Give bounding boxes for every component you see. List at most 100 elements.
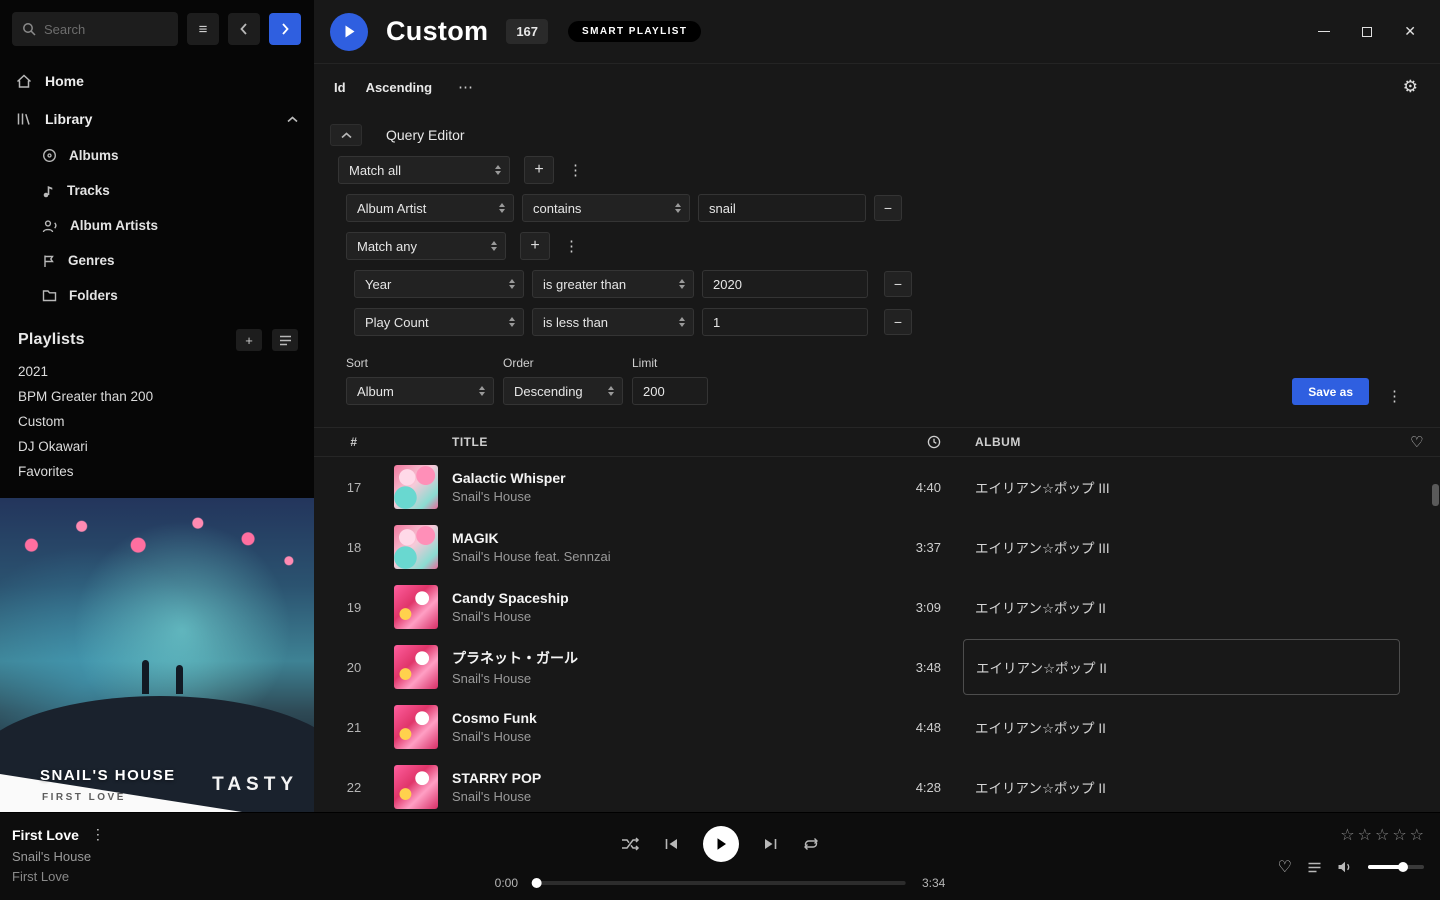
- remove-rule-button[interactable]: −: [874, 195, 902, 221]
- rule-operator-select[interactable]: is greater than: [532, 270, 694, 298]
- remove-rule-button[interactable]: −: [884, 309, 912, 335]
- track-duration: 4:28: [871, 780, 941, 795]
- page-title: Custom: [386, 16, 488, 47]
- star-icon[interactable]: ☆: [1410, 825, 1424, 845]
- queue-button[interactable]: [1307, 861, 1322, 874]
- track-number: 21: [330, 720, 378, 735]
- column-album[interactable]: ALBUM: [941, 435, 1410, 449]
- track-duration: 3:48: [871, 660, 941, 675]
- back-button[interactable]: [228, 13, 260, 45]
- cover-watermark-text: TASTY: [212, 774, 298, 796]
- sort-direction-label[interactable]: Ascending: [366, 80, 432, 95]
- track-artist: Snail's House: [452, 671, 871, 686]
- shuffle-button[interactable]: [620, 837, 640, 851]
- menu-button[interactable]: ≡: [187, 13, 219, 45]
- column-number[interactable]: #: [330, 435, 378, 449]
- save-as-button[interactable]: Save as: [1292, 378, 1369, 405]
- now-playing-options-button[interactable]: ⋮: [91, 826, 105, 843]
- match-mode-select[interactable]: Match any: [346, 232, 506, 260]
- query-options-button[interactable]: ⋮: [1381, 387, 1408, 405]
- limit-input[interactable]: [632, 377, 708, 405]
- maximize-button[interactable]: [1362, 27, 1372, 37]
- scrollbar-thumb[interactable]: [1432, 484, 1439, 506]
- add-rule-button[interactable]: +: [520, 232, 550, 260]
- sidebar-item-home[interactable]: Home: [0, 62, 314, 100]
- track-row[interactable]: 21 Cosmo Funk Snail's House 4:48 エイリアン☆ポ…: [314, 697, 1440, 757]
- track-row[interactable]: 22 STARRY POP Snail's House 4:28 エイリアン☆ポ…: [314, 757, 1440, 817]
- remove-rule-button[interactable]: −: [884, 271, 912, 297]
- play-pause-button[interactable]: [703, 826, 739, 862]
- sidebar-item-albums[interactable]: Albums: [0, 138, 314, 173]
- next-track-button[interactable]: [763, 837, 778, 851]
- minimize-button[interactable]: [1318, 31, 1330, 32]
- sidebar-item-folders[interactable]: Folders: [0, 278, 314, 313]
- favorite-button[interactable]: ♡: [1278, 857, 1292, 877]
- seek-handle[interactable]: [532, 878, 542, 888]
- match-mode-select[interactable]: Match all: [338, 156, 510, 184]
- sort-field-label[interactable]: Id: [334, 80, 346, 95]
- now-playing-cover-art[interactable]: SNAIL'S HOUSE FIRST LOVE TASTY: [0, 498, 314, 812]
- track-title: STARRY POP: [452, 770, 871, 786]
- forward-button[interactable]: [269, 13, 301, 45]
- playlist-item[interactable]: Custom: [0, 409, 314, 434]
- order-select[interactable]: Descending: [503, 377, 623, 405]
- add-playlist-button[interactable]: +: [236, 329, 262, 351]
- rule-field-select[interactable]: Album Artist: [346, 194, 514, 222]
- close-button[interactable]: ✕: [1404, 23, 1416, 40]
- play-playlist-button[interactable]: [330, 13, 368, 51]
- group-options-button[interactable]: ⋮: [558, 237, 585, 255]
- playlist-item[interactable]: DJ Okawari: [0, 434, 314, 459]
- sidebar-item-label: Album Artists: [70, 218, 158, 233]
- collapse-query-editor-button[interactable]: [330, 124, 362, 146]
- playlist-item[interactable]: Favorites: [0, 459, 314, 484]
- rule-operator-select[interactable]: contains: [522, 194, 690, 222]
- sidebar-item-tracks[interactable]: Tracks: [0, 173, 314, 208]
- volume-slider[interactable]: [1368, 865, 1424, 869]
- sidebar-item-album-artists[interactable]: Album Artists: [0, 208, 314, 243]
- query-group-1: Match all + ⋮: [338, 156, 1424, 184]
- album-art-thumbnail: [394, 465, 438, 509]
- sidebar-item-genres[interactable]: Genres: [0, 243, 314, 278]
- shuffle-icon: [620, 837, 640, 851]
- playlist-list-button[interactable]: [272, 329, 298, 351]
- track-row[interactable]: 20 プラネット・ガール Snail's House 3:48 エイリアン☆ポッ…: [314, 637, 1440, 697]
- search-input[interactable]: [44, 22, 168, 37]
- rule-field-select[interactable]: Play Count: [354, 308, 524, 336]
- favorite-column-heart-icon[interactable]: ♡: [1410, 433, 1440, 451]
- rule-operator-select[interactable]: is less than: [532, 308, 694, 336]
- album-art-thumbnail: [394, 585, 438, 629]
- volume-button[interactable]: [1337, 860, 1353, 874]
- track-row[interactable]: 18 MAGIK Snail's House feat. Sennzai 3:3…: [314, 517, 1440, 577]
- playlist-item[interactable]: 2021: [0, 359, 314, 384]
- rule-value-input[interactable]: [702, 308, 868, 336]
- rule-field-select[interactable]: Year: [354, 270, 524, 298]
- rule-value-input[interactable]: [698, 194, 866, 222]
- sidebar-item-label: Genres: [68, 253, 115, 268]
- column-title[interactable]: TITLE: [452, 435, 871, 449]
- rule-value-input[interactable]: [702, 270, 868, 298]
- sort-select[interactable]: Album: [346, 377, 494, 405]
- star-icon[interactable]: ☆: [1392, 825, 1406, 845]
- group-options-button[interactable]: ⋮: [562, 161, 589, 179]
- duration-column-clock-icon[interactable]: [927, 435, 941, 449]
- track-row[interactable]: 19 Candy Spaceship Snail's House 3:09 エイ…: [314, 577, 1440, 637]
- seek-bar[interactable]: [534, 881, 906, 885]
- track-album-focused-cell[interactable]: エイリアン☆ポップ II: [963, 639, 1400, 695]
- track-row[interactable]: 17 Galactic Whisper Snail's House 4:40 エ…: [314, 457, 1440, 517]
- playlist-item[interactable]: BPM Greater than 200: [0, 384, 314, 409]
- star-icon[interactable]: ☆: [1375, 825, 1389, 845]
- repeat-button[interactable]: [802, 837, 820, 851]
- now-playing-title: First Love: [12, 827, 79, 843]
- star-icon[interactable]: ☆: [1358, 825, 1372, 845]
- album-art-thumbnail: [394, 705, 438, 749]
- volume-handle[interactable]: [1398, 862, 1408, 872]
- sort-more-button[interactable]: ⋯: [458, 78, 473, 96]
- star-icon[interactable]: ☆: [1340, 825, 1354, 845]
- kebab-icon: ⋮: [564, 238, 579, 255]
- search-box[interactable]: [12, 12, 178, 46]
- select-value: is greater than: [543, 277, 626, 292]
- previous-track-button[interactable]: [664, 837, 679, 851]
- sidebar-item-library[interactable]: Library: [0, 100, 314, 138]
- settings-button[interactable]: ⚙: [1403, 77, 1418, 97]
- add-rule-button[interactable]: +: [524, 156, 554, 184]
